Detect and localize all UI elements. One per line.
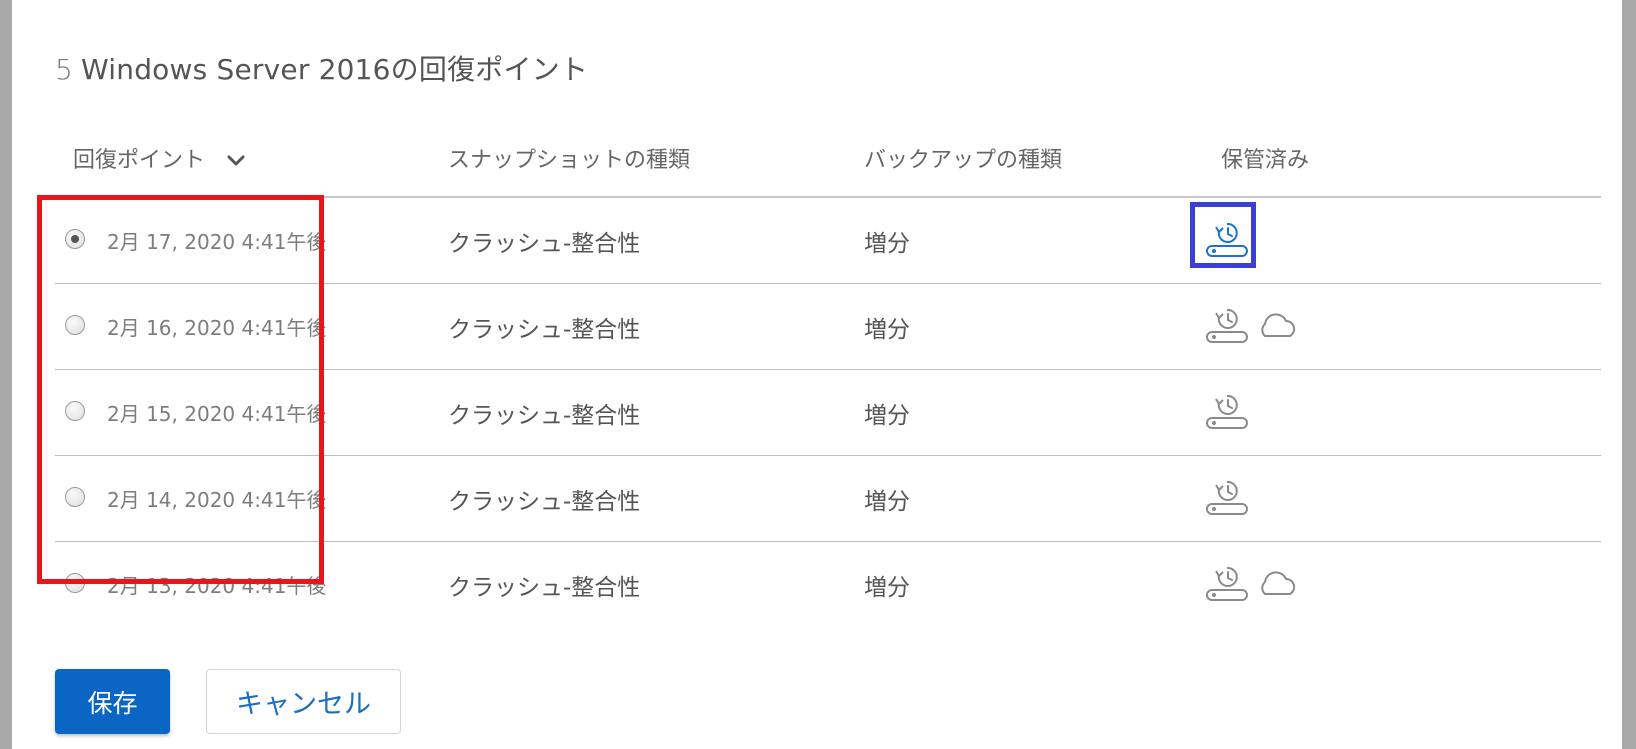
local-restore-icon	[1205, 477, 1249, 521]
table-header: 回復ポイント スナップショットの種類 バックアップの種類 保管済み	[55, 120, 1601, 198]
archived-icons	[1205, 303, 1299, 351]
table-row[interactable]: 2月 17, 2020 4:41午後 クラッシュ-整合性 増分	[55, 198, 1601, 284]
table-row[interactable]: 2月 16, 2020 4:41午後 クラッシュ-整合性 増分	[55, 284, 1601, 370]
header-backup-type: バックアップの種類	[864, 148, 1063, 173]
cloud-icon	[1255, 310, 1299, 344]
cloud-icon	[1255, 568, 1299, 602]
recovery-point-date: 2月 14, 2020 4:41午後	[107, 488, 327, 512]
local-restore-icon	[1205, 305, 1249, 349]
table-body: 2月 17, 2020 4:41午後 クラッシュ-整合性 増分 2月 16, 2020…	[55, 198, 1601, 627]
table-row[interactable]: 2月 15, 2020 4:41午後 クラッシュ-整合性 増分	[55, 370, 1601, 456]
backup-type-cell: 増分	[864, 317, 910, 343]
snapshot-type-cell: クラッシュ-整合性	[448, 403, 641, 429]
recovery-point-radio[interactable]	[65, 229, 85, 249]
snapshot-type-cell: クラッシュ-整合性	[448, 231, 641, 257]
table-row[interactable]: 2月 13, 2020 4:41午後 クラッシュ-整合性 増分	[55, 542, 1601, 627]
recovery-points-table: 回復ポイント スナップショットの種類 バックアップの種類 保管済み 2月 17,…	[55, 120, 1601, 627]
dialog-title: 5 Windows Server 2016の回復ポイント	[55, 48, 588, 88]
title-text: Windows Server 2016の回復ポイント	[81, 53, 589, 86]
table-row[interactable]: 2月 14, 2020 4:41午後 クラッシュ-整合性 増分	[55, 456, 1601, 542]
recovery-point-radio[interactable]	[65, 401, 85, 421]
local-restore-icon	[1205, 563, 1249, 607]
recovery-point-radio[interactable]	[65, 487, 85, 507]
snapshot-type-cell: クラッシュ-整合性	[448, 575, 641, 601]
recovery-point-date: 2月 16, 2020 4:41午後	[107, 316, 327, 340]
recovery-point-radio[interactable]	[65, 315, 85, 335]
archived-icons	[1205, 389, 1249, 437]
local-restore-icon	[1205, 391, 1249, 435]
chevron-down-icon[interactable]	[226, 149, 246, 174]
cancel-button[interactable]: キャンセル	[206, 669, 401, 734]
archived-icons	[1205, 217, 1249, 265]
archived-icons	[1205, 561, 1299, 609]
recovery-point-date: 2月 13, 2020 4:41午後	[107, 574, 327, 598]
backup-type-cell: 増分	[864, 575, 910, 601]
backup-type-cell: 増分	[864, 489, 910, 515]
snapshot-type-cell: クラッシュ-整合性	[448, 489, 641, 515]
background-page-right	[1622, 0, 1636, 749]
header-snapshot-type: スナップショットの種類	[448, 148, 691, 173]
recovery-points-dialog: 5 Windows Server 2016の回復ポイント 回復ポイント スナップシ…	[12, 0, 1622, 749]
archived-icons	[1205, 475, 1249, 523]
snapshot-type-cell: クラッシュ-整合性	[448, 317, 641, 343]
backup-type-cell: 増分	[864, 231, 910, 257]
recovery-point-date: 2月 15, 2020 4:41午後	[107, 402, 327, 426]
backup-type-cell: 増分	[864, 403, 910, 429]
save-button[interactable]: 保存	[55, 669, 170, 734]
header-recovery-point-label: 回復ポイント	[73, 148, 206, 173]
recovery-point-radio[interactable]	[65, 573, 85, 593]
local-restore-icon	[1205, 219, 1249, 263]
background-page-left	[0, 0, 12, 749]
header-recovery-point[interactable]: 回復ポイント	[73, 142, 246, 174]
header-archived: 保管済み	[1221, 148, 1310, 173]
recovery-point-date: 2月 17, 2020 4:41午後	[107, 230, 327, 254]
title-count: 5	[55, 53, 74, 86]
